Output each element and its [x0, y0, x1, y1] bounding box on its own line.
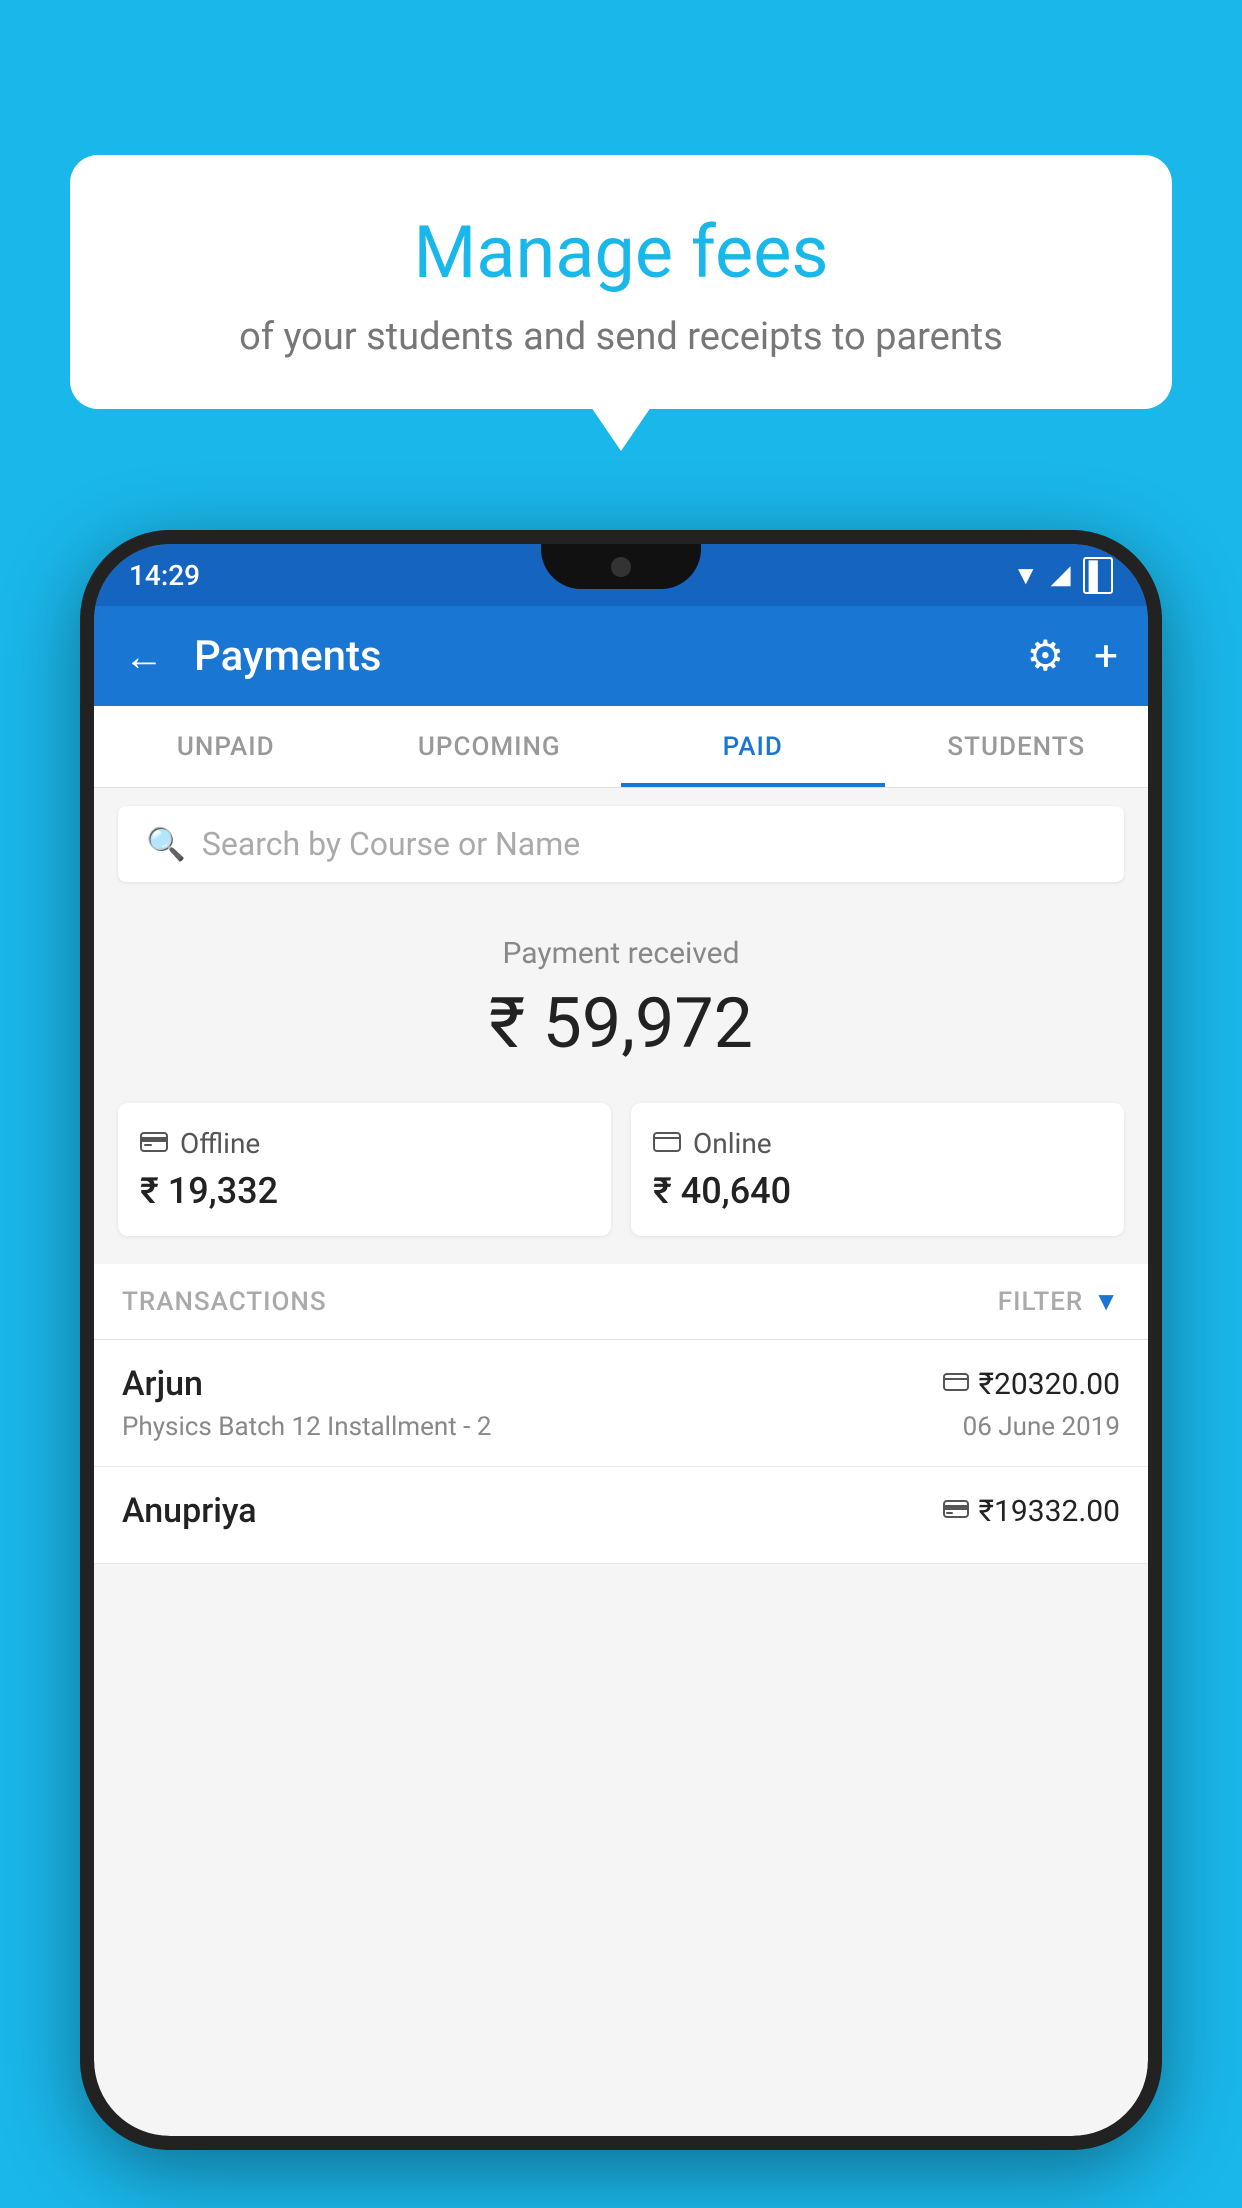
transaction-amount-2: ₹19332.00 [979, 1494, 1120, 1529]
speech-bubble-container: Manage fees of your students and send re… [70, 155, 1172, 409]
online-card-amount: ₹ 40,640 [653, 1170, 1102, 1212]
status-icons: ▼ ◢ ▌ [1013, 557, 1113, 594]
phone-frame: 14:29 ▼ ◢ ▌ ← Payments ⚙ + UNPAID [80, 530, 1162, 2150]
filter-label: FILTER [998, 1287, 1083, 1317]
filter-icon: ▼ [1093, 1286, 1120, 1317]
add-icon[interactable]: + [1094, 632, 1118, 681]
transaction-desc-1: Physics Batch 12 Installment - 2 [122, 1412, 491, 1442]
status-time: 14:29 [129, 559, 200, 592]
transaction-top-2: Anupriya ₹19332.00 [122, 1491, 1120, 1531]
tabs: UNPAID UPCOMING PAID STUDENTS [94, 706, 1148, 788]
offline-icon [140, 1129, 168, 1159]
search-icon: 🔍 [146, 825, 186, 863]
transaction-name-1: Arjun [122, 1364, 203, 1404]
online-card-header: Online [653, 1127, 1102, 1160]
tab-unpaid[interactable]: UNPAID [94, 706, 358, 787]
payment-type-icon-1 [943, 1369, 969, 1399]
app-title: Payments [194, 632, 1007, 681]
transactions-header: TRANSACTIONS FILTER ▼ [94, 1264, 1148, 1340]
speech-bubble: Manage fees of your students and send re… [70, 155, 1172, 409]
camera [611, 557, 631, 577]
transaction-top-1: Arjun ₹20320.00 [122, 1364, 1120, 1404]
transaction-amount-row-1: ₹20320.00 [943, 1367, 1120, 1402]
tab-paid[interactable]: PAID [621, 706, 885, 787]
filter-button[interactable]: FILTER ▼ [998, 1286, 1120, 1317]
payment-type-icon-2 [943, 1496, 969, 1526]
offline-card: Offline ₹ 19,332 [118, 1103, 611, 1236]
transaction-bottom-1: Physics Batch 12 Installment - 2 06 June… [122, 1412, 1120, 1442]
wifi-icon: ▼ [1013, 560, 1039, 591]
transaction-name-2: Anupriya [122, 1491, 257, 1531]
signal-icon: ◢ [1051, 560, 1071, 590]
app-bar: ← Payments ⚙ + [94, 606, 1148, 706]
bubble-subtitle: of your students and send receipts to pa… [130, 315, 1112, 359]
notch [541, 544, 701, 589]
battery-icon: ▌ [1083, 557, 1113, 594]
app-bar-icons: ⚙ + [1027, 631, 1119, 681]
offline-card-amount: ₹ 19,332 [140, 1170, 589, 1212]
settings-icon[interactable]: ⚙ [1027, 631, 1065, 681]
table-row[interactable]: Anupriya ₹19332.00 [94, 1467, 1148, 1564]
search-bar[interactable]: 🔍 Search by Course or Name [118, 806, 1124, 882]
transaction-amount-row-2: ₹19332.00 [943, 1494, 1120, 1529]
payment-received-section: Payment received ₹ 59,972 [94, 900, 1148, 1093]
tab-upcoming[interactable]: UPCOMING [358, 706, 622, 787]
phone-screen: 14:29 ▼ ◢ ▌ ← Payments ⚙ + UNPAID [94, 544, 1148, 2136]
online-card: Online ₹ 40,640 [631, 1103, 1124, 1236]
online-icon [653, 1129, 681, 1159]
search-input[interactable]: Search by Course or Name [202, 825, 580, 863]
offline-card-type: Offline [180, 1127, 260, 1160]
transactions-label: TRANSACTIONS [122, 1287, 327, 1317]
payment-received-amount: ₹ 59,972 [118, 983, 1124, 1065]
tab-students[interactable]: STUDENTS [885, 706, 1149, 787]
offline-card-header: Offline [140, 1127, 589, 1160]
transaction-date-1: 06 June 2019 [963, 1412, 1120, 1442]
transaction-amount-1: ₹20320.00 [979, 1367, 1120, 1402]
bubble-title: Manage fees [130, 210, 1112, 295]
table-row[interactable]: Arjun ₹20320.00 Physics Batch 12 Install… [94, 1340, 1148, 1467]
payment-cards: Offline ₹ 19,332 Online [94, 1093, 1148, 1264]
back-button[interactable]: ← [124, 633, 164, 680]
phone-container: 14:29 ▼ ◢ ▌ ← Payments ⚙ + UNPAID [80, 530, 1162, 2208]
online-card-type: Online [693, 1127, 772, 1160]
search-container: 🔍 Search by Course or Name [94, 788, 1148, 900]
payment-received-label: Payment received [118, 936, 1124, 971]
